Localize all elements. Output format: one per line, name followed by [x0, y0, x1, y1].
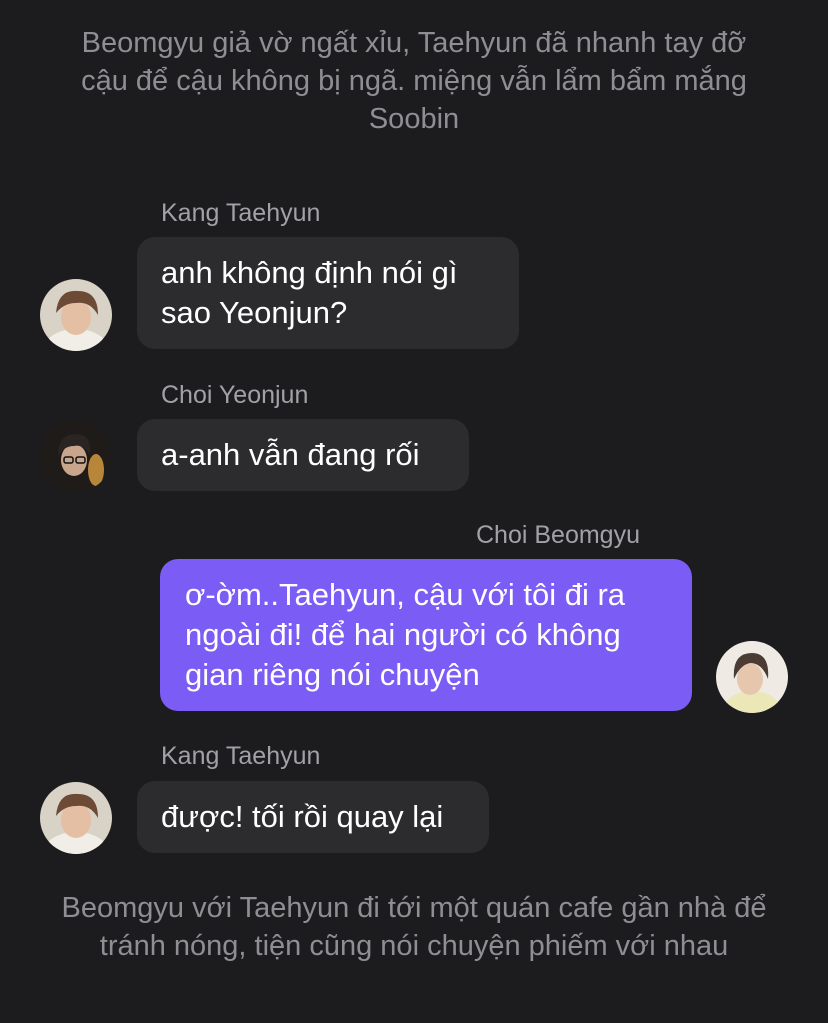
sender-name: Kang Taehyun [161, 199, 321, 227]
sender-name: Kang Taehyun [161, 742, 321, 770]
message-bubble-sent[interactable]: ơ-ờm..Taehyun, cậu với tôi đi ra ngoài đ… [160, 559, 692, 711]
avatar[interactable] [716, 641, 788, 713]
avatar-photo [40, 782, 112, 854]
message-bubble[interactable]: a-anh vẫn đang rối [137, 419, 469, 491]
avatar-photo [40, 279, 112, 351]
narration-top: Beomgyu giả vờ ngất xỉu, Taehyun đã nhan… [81, 27, 747, 135]
avatar[interactable] [40, 782, 112, 854]
message-bubble[interactable]: anh không định nói gì sao Yeonjun? [137, 237, 519, 349]
sender-name: Choi Beomgyu [476, 521, 640, 549]
avatar[interactable] [40, 420, 112, 492]
avatar[interactable] [40, 279, 112, 351]
narration-bottom: Beomgyu với Taehyun đi tới một quán cafe… [61, 892, 767, 962]
message-bubble[interactable]: được! tối rồi quay lại [137, 781, 489, 853]
avatar-photo [716, 641, 788, 713]
avatar-photo [40, 420, 112, 492]
sender-name: Choi Yeonjun [161, 381, 309, 409]
